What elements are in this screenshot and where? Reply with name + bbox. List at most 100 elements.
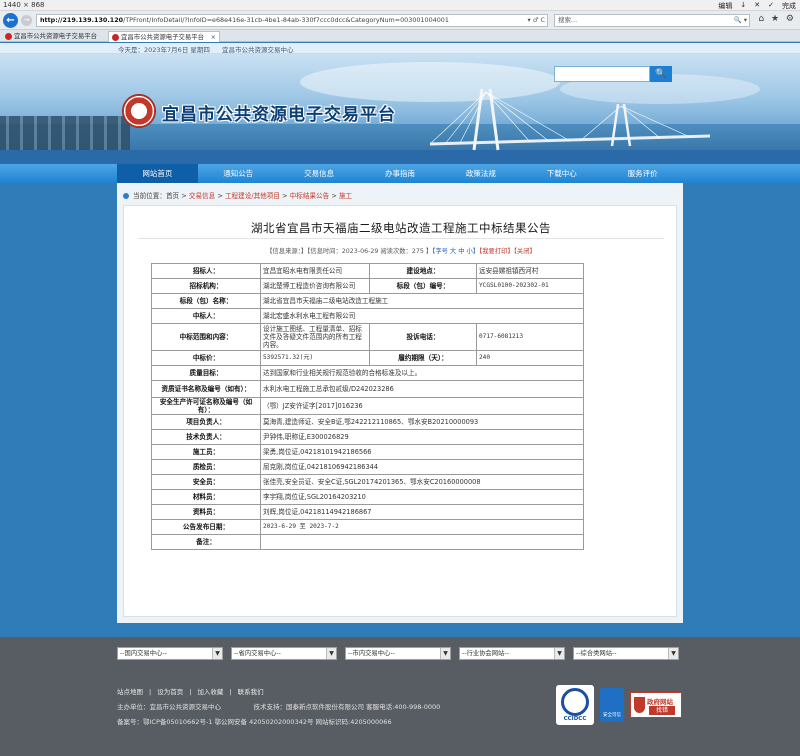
check-icon[interactable]: ✓ xyxy=(764,0,778,11)
system-bar: 1440 × 868 编辑 ↓ ✕ ✓ 完成 xyxy=(0,0,800,11)
select-national-centers[interactable]: --国内交易中心-- ▼ xyxy=(117,647,223,660)
site-search-button[interactable]: 🔍 xyxy=(650,66,672,82)
value-scope: 设计施工图纸、工程量清单、招标文件及答疑文件范围内的所有工程内容。 xyxy=(260,323,370,351)
table-row: 材料员： 李宇翔,岗位证,SGL20164203210 xyxy=(151,489,584,505)
breadcrumb-sep: > xyxy=(279,192,290,200)
sitemap-link[interactable]: 站点地图 xyxy=(117,688,143,696)
shield-icon xyxy=(634,697,645,713)
window-controls: 编辑 ↓ ✕ ✓ 完成 xyxy=(714,0,800,11)
link-sep: | xyxy=(149,688,152,696)
table-row: 项目负责人： 莫海青,建造师证、安全B证,鄂242212110865、鄂水安B2… xyxy=(151,414,584,430)
back-button[interactable]: ← xyxy=(3,13,18,28)
nav-notices[interactable]: 通知公告 xyxy=(198,164,279,183)
nav-downloads[interactable]: 下载中心 xyxy=(521,164,602,183)
select-general-sites[interactable]: --综合类网站-- ▼ xyxy=(573,647,679,660)
done-button[interactable]: 完成 xyxy=(778,0,800,11)
tab-close-icon[interactable]: × xyxy=(211,32,216,42)
article-panel: 湖北省宜昌市天福庙二级电站改造工程施工中标结果公告 【信息来源：】【信息时间：2… xyxy=(123,205,677,617)
breadcrumb-construction[interactable]: 施工 xyxy=(339,192,352,200)
url-tools[interactable]: ▾ ♂ C xyxy=(528,15,545,26)
tab-1-label: 宜昌市公共资源电子交易平台 xyxy=(14,32,98,40)
favorite-link[interactable]: 加入收藏 xyxy=(197,688,223,696)
select-city-centers[interactable]: --市内交易中心-- ▼ xyxy=(345,647,451,660)
value-duration: 240 xyxy=(476,350,584,366)
chevron-down-icon: ▼ xyxy=(554,648,564,659)
font-size-control[interactable]: 【字号 大 中 小】 xyxy=(432,248,479,255)
tab-bar: 宜昌市公共资源电子交易平台 宜昌市公共资源电子交易平台 × xyxy=(0,30,800,42)
value-safety-license: （鄂）JZ安许证字[2017]016236 xyxy=(260,397,584,415)
label-tech-lead: 技术负责人： xyxy=(151,429,261,445)
label-scope: 中标范围和内容： xyxy=(151,323,261,351)
table-row: 资质证书名称及编号（如有）： 水利水电工程施工总承包贰级/D242023286 xyxy=(151,380,584,398)
ccidcc-badge[interactable]: CCIDCC xyxy=(556,685,594,725)
link-sep: | xyxy=(229,688,232,696)
nav-evaluation[interactable]: 服务评价 xyxy=(602,164,683,183)
close-link[interactable]: 【关闭】 xyxy=(514,248,536,255)
breadcrumb-result[interactable]: 中标结果公告 xyxy=(290,192,330,200)
site-search-input[interactable] xyxy=(554,66,650,82)
breadcrumb-project[interactable]: 工程建设/其他项目 xyxy=(225,192,280,200)
select-province-centers[interactable]: --省内交易中心-- ▼ xyxy=(231,647,337,660)
tab-1[interactable]: 宜昌市公共资源电子交易平台 xyxy=(2,31,106,42)
browser-search-input[interactable]: 搜索... 🔍 ▾ xyxy=(554,14,750,27)
set-home-link[interactable]: 设为首页 xyxy=(157,688,183,696)
breadcrumb-home[interactable]: 首页 xyxy=(166,192,179,200)
value-winner: 湖北宏盛水利水电工程有限公司 xyxy=(260,308,584,324)
breadcrumb: 当前位置：首页 > 交易信息 > 工程建设/其他项目 > 中标结果公告 > 施工 xyxy=(123,189,677,203)
value-tech-lead: 尹钟伟,职称证,E300026829 xyxy=(260,429,584,445)
url-host: http://219.139.130.120 xyxy=(40,16,124,24)
download-icon[interactable]: ↓ xyxy=(736,0,750,11)
breadcrumb-trade-info[interactable]: 交易信息 xyxy=(189,192,215,200)
search-icon[interactable]: 🔍 ▾ xyxy=(734,15,747,26)
label-duration: 履约期限（天）： xyxy=(369,350,477,366)
value-price: 5392571.32(元) xyxy=(260,350,370,366)
site-logo[interactable]: 宜昌市公共资源电子交易平台 xyxy=(122,92,402,132)
nav-policy[interactable]: 政策法规 xyxy=(440,164,521,183)
gov-site-text: 政府网站 xyxy=(647,698,673,706)
nav-guide[interactable]: 办事指南 xyxy=(360,164,441,183)
nav-home[interactable]: 网站首页 xyxy=(117,164,198,183)
url-field[interactable]: http://219.139.130.120/TPFront/InfoDetai… xyxy=(36,14,548,27)
label-constructor: 施工员： xyxy=(151,444,261,460)
ccidcc-logo-icon xyxy=(561,688,589,716)
edit-button[interactable]: 编辑 xyxy=(714,0,736,11)
breadcrumb-sep: > xyxy=(215,192,225,200)
footer-links: 站点地图 | 设为首页 | 加入收藏 | 联系我们 xyxy=(117,686,270,696)
breadcrumb-prefix: 当前位置： xyxy=(133,192,166,200)
print-link[interactable]: 【我要打印】 xyxy=(479,248,514,255)
browser-search-placeholder: 搜索... xyxy=(558,16,578,24)
label-price: 中标价： xyxy=(151,350,261,366)
gov-site-error-badge[interactable]: 政府网站 找错 xyxy=(630,692,682,718)
table-row: 质量目标： 达到国家和行业相关规行规范验收的合格标准及以上。 xyxy=(151,365,584,381)
table-row: 备注： xyxy=(151,534,584,550)
value-section-code: YCGSL0100-202302-01 xyxy=(476,278,584,294)
nav-trade-info[interactable]: 交易信息 xyxy=(279,164,360,183)
article-meta: 【信息来源：】【信息时间：2023-06-29 阅读次数：275 】【字号 大 … xyxy=(124,246,678,255)
ccidcc-text: CCIDCC xyxy=(563,716,587,722)
table-row: 公告发布日期： 2023-6-29 至 2023-7-2 xyxy=(151,519,584,535)
label-section-code: 标段（包）编号： xyxy=(369,278,477,294)
select-industry-sites[interactable]: --行业协会网站-- ▼ xyxy=(459,647,565,660)
trusted-badge[interactable]: 安全可信 xyxy=(600,688,624,722)
toolbar-icons[interactable]: ⌂ ★ ⚙ xyxy=(758,14,796,24)
today-date: 今天是：2023年7月6日 星期四 xyxy=(118,46,210,54)
breadcrumb-sep: > xyxy=(329,192,339,200)
forward-button[interactable]: → xyxy=(21,15,32,26)
link-sep: | xyxy=(189,688,192,696)
table-row: 中标范围和内容： 设计施工图纸、工程量清单、招标文件及答疑文件范围内的所有工程内… xyxy=(151,323,584,351)
select-city-value: --市内交易中心-- xyxy=(348,650,395,657)
value-publish-date: 2023-6-29 至 2023-7-2 xyxy=(260,519,584,535)
contact-link[interactable]: 联系我们 xyxy=(238,688,264,696)
site-banner: 宜昌市公共资源电子交易平台 🔍 xyxy=(0,54,800,164)
site-search: 🔍 xyxy=(554,66,672,82)
table-row: 标段（包）名称： 湖北省宜昌市天福庙二级电站改造工程施工 xyxy=(151,293,584,309)
table-row: 中标价： 5392571.32(元) 履约期限（天）： 240 xyxy=(151,350,584,366)
address-bar: ← → http://219.139.130.120/TPFront/InfoD… xyxy=(0,11,800,30)
chevron-down-icon: ▼ xyxy=(440,648,450,659)
close-icon[interactable]: ✕ xyxy=(750,0,764,11)
label-publish-date: 公告发布日期： xyxy=(151,519,261,535)
meta-time: 【信息时间：2023-06-29 阅读次数：275 】 xyxy=(307,248,433,255)
report-error-text: 找错 xyxy=(649,706,675,715)
tab-2-active[interactable]: 宜昌市公共资源电子交易平台 × xyxy=(108,31,220,42)
value-safety-officer: 张佳亮,安全员证、安全C证,SGL20174201365、鄂水安C2016000… xyxy=(260,474,584,490)
